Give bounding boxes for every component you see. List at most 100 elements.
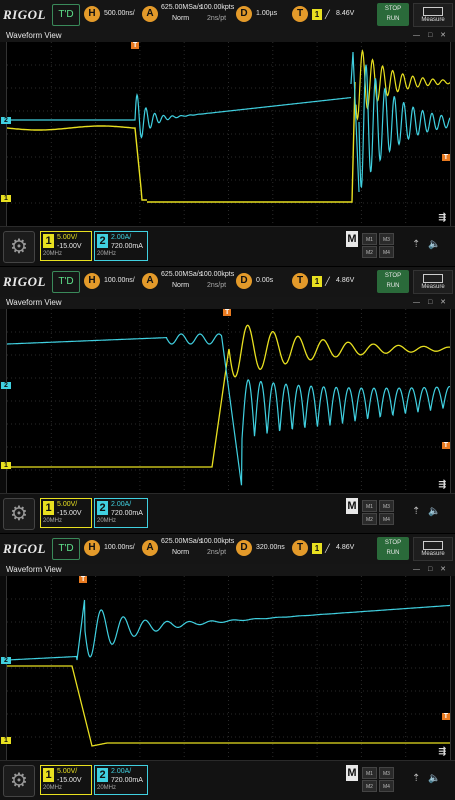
trigger-level-marker[interactable]: T: [441, 442, 450, 449]
speaker-icon[interactable]: 🔈: [428, 773, 440, 784]
channel-2-marker[interactable]: 2: [1, 382, 11, 389]
measure-button[interactable]: Measure: [413, 3, 453, 27]
trigger-level-marker[interactable]: T: [441, 713, 450, 720]
mem-m3[interactable]: M3: [379, 500, 394, 512]
gear-icon[interactable]: ⚙: [3, 498, 35, 530]
trigger-icon[interactable]: T: [292, 6, 308, 22]
delay-icon[interactable]: D: [236, 6, 252, 22]
trigger-icon[interactable]: T: [292, 540, 308, 556]
gear-icon[interactable]: ⚙: [3, 231, 35, 263]
horizontal-icon[interactable]: H: [84, 540, 100, 556]
channel-1-box[interactable]: 1 5.00V/ -15.00V 20MHz: [40, 498, 92, 528]
measure-button[interactable]: Measure: [413, 270, 453, 294]
window-title: Waveform View: [0, 564, 455, 576]
channel-2-scale: 2.00A/: [111, 501, 132, 508]
waveform-plot[interactable]: 1 2 T T ⇶: [1, 42, 451, 226]
gear-icon[interactable]: ⚙: [3, 765, 35, 797]
channel-1-box[interactable]: 1 5.00V/ -15.00V 20MHz: [40, 231, 92, 261]
expand-icon[interactable]: ⇶: [438, 479, 446, 490]
math-button[interactable]: M: [346, 498, 358, 514]
delay-value[interactable]: 1.00µs: [256, 10, 277, 17]
scope-screen-2: RIGOL T'D H 100.00ns/ A 625.00MSa/s 100.…: [0, 267, 455, 533]
channel-2-marker[interactable]: 2: [1, 117, 11, 124]
channel-1-number: 1: [43, 501, 54, 515]
mem-m2[interactable]: M2: [362, 246, 377, 258]
trigger-mode-button[interactable]: T'D: [52, 538, 80, 560]
channel-2-bandwidth: 20MHz: [97, 785, 117, 791]
trigger-level[interactable]: 4.86V: [336, 544, 354, 551]
trigger-position-marker[interactable]: T: [131, 42, 140, 49]
run-stop-button[interactable]: STOP RUN: [377, 270, 409, 293]
trigger-position-marker[interactable]: T: [223, 309, 232, 316]
mem-m4[interactable]: M4: [379, 513, 394, 525]
channel-2-number: 2: [97, 234, 108, 248]
mem-m4[interactable]: M4: [379, 780, 394, 792]
speaker-icon[interactable]: 🔈: [428, 506, 440, 517]
mem-m4[interactable]: M4: [379, 246, 394, 258]
channel-1-scale: 5.00V/: [57, 501, 78, 508]
run-stop-button[interactable]: STOP RUN: [377, 537, 409, 560]
channel-2-box[interactable]: 2 2.00A/ 720.00mA 20MHz: [94, 765, 148, 795]
channel-2-scale: 2.00A/: [111, 768, 132, 775]
brand-logo: RIGOL: [3, 7, 46, 22]
trigger-position-marker[interactable]: T: [79, 576, 88, 583]
channel-1-box[interactable]: 1 5.00V/ -15.00V 20MHz: [40, 765, 92, 795]
delay-icon[interactable]: D: [236, 273, 252, 289]
waveform-svg: [7, 42, 450, 226]
trigger-edge-icon: ╱: [325, 277, 330, 286]
expand-icon[interactable]: ⇶: [438, 212, 446, 223]
expand-icon[interactable]: ⇶: [438, 746, 446, 757]
channel-2-box[interactable]: 2 2.00A/ 720.00mA 20MHz: [94, 231, 148, 261]
delay-icon[interactable]: D: [236, 540, 252, 556]
channel-2-scale: 2.00A/: [111, 234, 132, 241]
usb-icon: ⇡: [412, 773, 421, 784]
bottom-bar: ⚙ 1 5.00V/ -15.00V 20MHz 2 2.00A/ 720.00…: [0, 493, 455, 533]
timebase-value[interactable]: 100.00ns/: [104, 544, 135, 551]
trigger-level-marker[interactable]: T: [441, 154, 450, 161]
timebase-value[interactable]: 500.00ns/: [104, 10, 135, 17]
mem-m3[interactable]: M3: [379, 767, 394, 779]
run-stop-button[interactable]: STOP RUN: [377, 3, 409, 26]
channel-2-bandwidth: 20MHz: [97, 251, 117, 257]
mem-m2[interactable]: M2: [362, 780, 377, 792]
channel-1-marker[interactable]: 1: [1, 462, 11, 469]
window-controls[interactable]: — □ ✕: [413, 298, 449, 306]
timebase-value[interactable]: 100.00ns/: [104, 277, 135, 284]
window-controls[interactable]: — □ ✕: [413, 565, 449, 573]
window-controls[interactable]: — □ ✕: [413, 31, 449, 39]
channel-1-offset: -15.00V: [57, 777, 82, 784]
point-interval: 2ns/pt: [207, 282, 227, 289]
trigger-mode-button[interactable]: T'D: [52, 4, 80, 26]
acquire-mode: Norm: [172, 15, 190, 22]
waveform-plot[interactable]: 1 2 T T ⇶: [1, 576, 451, 760]
channel-2-marker[interactable]: 2: [1, 657, 11, 664]
waveform-plot[interactable]: 1 2 T T ⇶: [1, 309, 451, 493]
channel-1-marker[interactable]: 1: [1, 195, 11, 202]
acquire-icon[interactable]: A: [142, 273, 158, 289]
channel-2-offset: 720.00mA: [111, 777, 143, 784]
speaker-icon[interactable]: 🔈: [428, 239, 440, 250]
mem-m3[interactable]: M3: [379, 233, 394, 245]
mem-m2[interactable]: M2: [362, 513, 377, 525]
usb-icon: ⇡: [412, 239, 421, 250]
measure-button[interactable]: Measure: [413, 537, 453, 561]
acquire-icon[interactable]: A: [142, 540, 158, 556]
mem-m1[interactable]: M1: [362, 500, 377, 512]
mem-m1[interactable]: M1: [362, 767, 377, 779]
trigger-icon[interactable]: T: [292, 273, 308, 289]
mem-m1[interactable]: M1: [362, 233, 377, 245]
horizontal-icon[interactable]: H: [84, 6, 100, 22]
trigger-level[interactable]: 8.46V: [336, 10, 354, 17]
horizontal-icon[interactable]: H: [84, 273, 100, 289]
trigger-level[interactable]: 4.86V: [336, 277, 354, 284]
acquire-mode: Norm: [172, 282, 190, 289]
trigger-mode-button[interactable]: T'D: [52, 271, 80, 293]
math-button[interactable]: M: [346, 231, 358, 247]
math-button[interactable]: M: [346, 765, 358, 781]
acquire-icon[interactable]: A: [142, 6, 158, 22]
sample-rate: 625.00MSa/s: [161, 538, 203, 545]
delay-value[interactable]: 0.00s: [256, 277, 273, 284]
channel-2-box[interactable]: 2 2.00A/ 720.00mA 20MHz: [94, 498, 148, 528]
delay-value[interactable]: 320.00ns: [256, 544, 285, 551]
channel-1-marker[interactable]: 1: [1, 737, 11, 744]
